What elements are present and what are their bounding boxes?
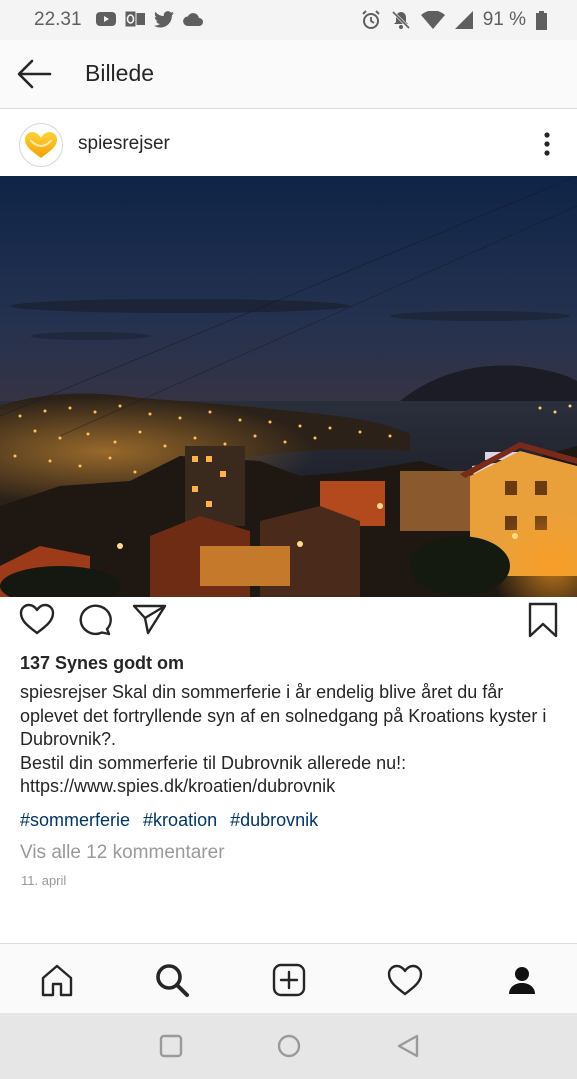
signal-icon xyxy=(454,11,473,29)
activity-heart-icon xyxy=(387,964,423,996)
cloud-icon xyxy=(183,13,203,26)
post-username[interactable]: spiesrejser xyxy=(78,133,170,155)
back-arrow-icon[interactable] xyxy=(16,58,52,90)
add-post-icon xyxy=(272,963,306,997)
tui-logo-icon xyxy=(25,132,57,158)
avatar[interactable] xyxy=(19,123,63,167)
hashtag-sommerferie[interactable]: #sommerferie xyxy=(20,810,130,830)
post-actions xyxy=(0,597,577,647)
like-heart-icon[interactable] xyxy=(19,602,55,636)
like-count[interactable]: 137 Synes godt om xyxy=(20,653,184,674)
hashtag-kroation[interactable]: #kroation xyxy=(143,810,217,830)
home-circle-icon[interactable] xyxy=(277,1034,301,1058)
twitter-icon xyxy=(154,10,174,27)
hashtag-dubrovnik[interactable]: #dubrovnik xyxy=(230,810,318,830)
alarm-icon xyxy=(361,10,380,29)
post-caption: spiesrejser Skal din sommerferie i år en… xyxy=(20,681,565,799)
system-nav-bar xyxy=(0,1013,577,1079)
search-icon xyxy=(156,964,189,997)
view-all-comments-link[interactable]: Vis alle 12 kommentarer xyxy=(20,842,225,864)
comment-icon[interactable] xyxy=(76,602,112,636)
app-bar: Billede xyxy=(0,40,577,109)
status-bar: 22.31 91 % xyxy=(0,0,577,40)
home-icon xyxy=(41,964,73,997)
nav-activity[interactable] xyxy=(385,960,425,1000)
post-header: spiesrejser xyxy=(0,109,577,176)
share-send-icon[interactable] xyxy=(132,602,168,636)
outlook-icon xyxy=(125,10,145,28)
bottom-nav xyxy=(0,943,577,1014)
more-options-icon[interactable] xyxy=(539,131,555,157)
caption-username[interactable]: spiesrejser xyxy=(20,682,107,702)
caption-link-text: Bestil din sommerferie til Dubrovnik all… xyxy=(20,752,407,797)
page-title: Billede xyxy=(85,60,155,86)
youtube-icon xyxy=(96,12,116,26)
hashtags: #sommerferie #kroation #dubrovnik xyxy=(20,810,326,831)
recents-square-icon[interactable] xyxy=(159,1034,183,1058)
post-photo[interactable] xyxy=(0,176,577,597)
back-triangle-icon[interactable] xyxy=(396,1034,420,1058)
profile-icon xyxy=(509,967,535,994)
battery-icon xyxy=(536,10,547,30)
status-time: 22.31 xyxy=(34,9,82,30)
post-date: 11. april xyxy=(21,873,67,888)
dubrovnik-night-photo xyxy=(0,176,577,597)
nav-profile[interactable] xyxy=(502,960,542,1000)
mute-icon xyxy=(391,10,410,30)
bookmark-icon[interactable] xyxy=(527,602,559,638)
nav-home[interactable] xyxy=(37,960,77,1000)
battery-percent: 91 % xyxy=(482,9,526,30)
nav-search[interactable] xyxy=(152,960,192,1000)
nav-add-post[interactable] xyxy=(269,960,309,1000)
wifi-icon xyxy=(420,11,445,29)
